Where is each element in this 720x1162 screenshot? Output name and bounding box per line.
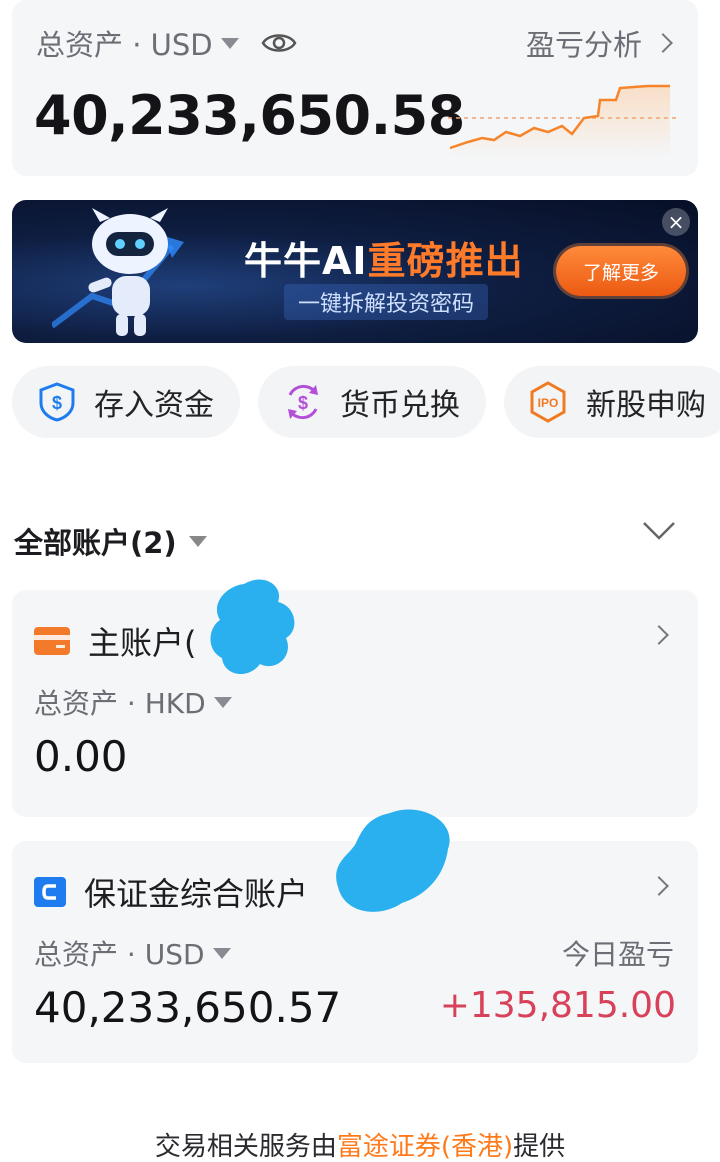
main-asset-value: 0.00: [34, 732, 128, 781]
asset-summary-card: 总资产 · USD 盈亏分析 40,233,650.58: [12, 0, 698, 176]
total-asset-value: 40,233,650.58: [34, 84, 465, 147]
total-asset-label: 总资产 · USD: [36, 28, 213, 62]
asset-trend-sparkline[interactable]: [448, 78, 678, 158]
all-accounts-title: 全部账户(2): [14, 526, 177, 560]
margin-account-name: 保证金综合账户: [84, 875, 309, 913]
ipo-subscription-label: 新股申购: [586, 388, 706, 423]
margin-asset-value: 40,233,650.57: [34, 983, 342, 1032]
all-accounts-header[interactable]: 全部账户(2): [14, 520, 207, 562]
ipo-icon: IPO: [526, 380, 570, 424]
disclaimer-suffix: 提供: [513, 1132, 566, 1162]
ai-promo-banner[interactable]: 牛牛AI重磅推出 一键拆解投资密码 了解更多 ×: [12, 200, 698, 343]
card-icon: [34, 627, 70, 655]
svg-text:IPO: IPO: [538, 396, 559, 410]
banner-title-main: 牛牛AI: [244, 239, 368, 283]
margin-asset-label-row: 总资产 · USD: [34, 933, 231, 973]
banner-title-highlight: 重磅推出: [367, 239, 524, 283]
close-icon[interactable]: ×: [662, 208, 690, 236]
chevron-down-icon[interactable]: [642, 520, 676, 546]
eye-icon[interactable]: [261, 31, 297, 55]
broker-link[interactable]: 富途证券(香港): [337, 1132, 513, 1162]
accounts-dropdown-icon: [188, 535, 207, 547]
currency-exchange-button[interactable]: $ 货币兑换: [258, 366, 486, 438]
pl-analysis-label: 盈亏分析: [525, 28, 642, 62]
main-account-header: 主账户(: [34, 618, 197, 664]
deposit-funds-button[interactable]: $ 存入资金: [12, 366, 240, 438]
currency-dropdown-icon[interactable]: [220, 37, 239, 49]
currency-exchange-label: 货币兑换: [340, 388, 460, 423]
chevron-right-icon: [649, 876, 669, 896]
chevron-right-icon: [653, 33, 673, 53]
main-account-name: 主账户(: [88, 624, 197, 662]
total-asset-label-row: 总资产 · USD: [36, 22, 297, 64]
margin-account-header: 保证金综合账户: [34, 869, 308, 915]
broker-disclaimer: 交易相关服务由富途证券(香港)提供: [0, 1126, 720, 1162]
deposit-funds-label: 存入资金: [94, 388, 214, 423]
margin-account-card[interactable]: 保证金综合账户 总资产 · USD 40,233,650.57 今日盈亏 +13…: [12, 809, 698, 1063]
svg-text:$: $: [298, 393, 308, 413]
currency-dropdown-icon[interactable]: [213, 696, 232, 708]
chevron-right-icon: [649, 625, 669, 645]
main-account-card[interactable]: 主账户( 总资产 · HKD 0.00: [12, 579, 698, 817]
main-asset-label-row: 总资产 · HKD: [34, 682, 232, 722]
ipo-subscription-button[interactable]: IPO 新股申购: [504, 366, 720, 438]
currency-exchange-icon: $: [282, 381, 324, 423]
today-pl-value: +135,815.00: [439, 985, 676, 1026]
today-pl-label: 今日盈亏: [561, 938, 674, 971]
robot-mascot-icon: [52, 208, 184, 336]
banner-title: 牛牛AI重磅推出: [244, 230, 524, 285]
deposit-shield-icon: $: [36, 381, 78, 423]
disclaimer-prefix: 交易相关服务由: [154, 1132, 337, 1162]
redaction-scribble: [210, 579, 295, 675]
margin-asset-label: 总资产 · USD: [34, 938, 205, 971]
margin-account-icon: [34, 877, 66, 907]
currency-dropdown-icon[interactable]: [212, 947, 231, 959]
main-asset-label: 总资产 · HKD: [34, 687, 206, 720]
redaction-scribble: [336, 809, 450, 912]
banner-subtitle: 一键拆解投资密码: [284, 284, 489, 320]
learn-more-button[interactable]: 了解更多: [556, 246, 686, 296]
svg-text:$: $: [52, 393, 62, 413]
pl-analysis-link[interactable]: 盈亏分析: [525, 22, 673, 64]
